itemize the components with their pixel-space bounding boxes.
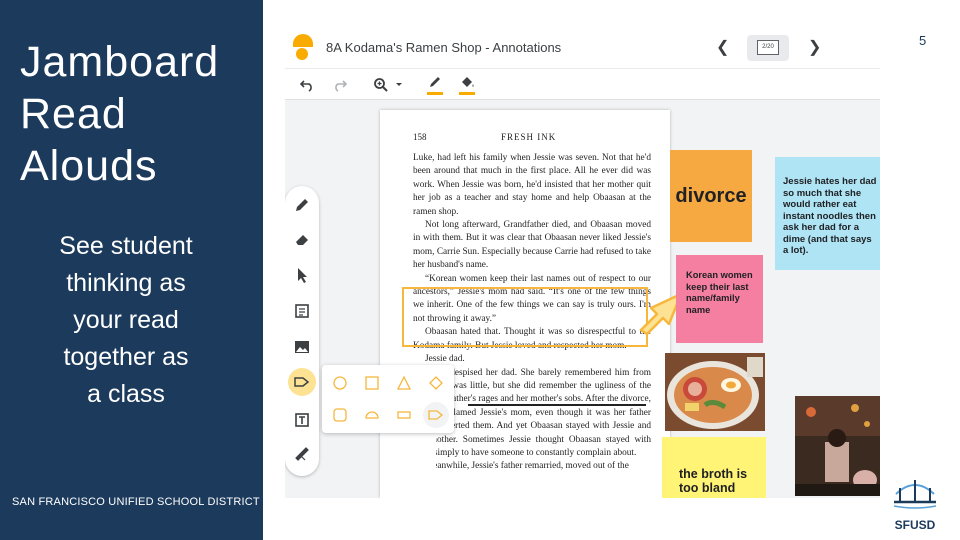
jamboard-window: 8A Kodama's Ramen Shop - Annotations ❮ 2… <box>285 28 880 498</box>
district-name: SAN FRANCISCO UNIFIED SCHOOL DISTRICT <box>12 496 260 508</box>
slide-title-line: Alouds <box>20 142 158 190</box>
frame-counter-label: 2/20 <box>757 40 779 55</box>
subtitle-line: a class <box>87 380 165 408</box>
zoom-icon[interactable] <box>373 77 389 93</box>
sticky-text: divorce <box>675 184 747 207</box>
ramen-image[interactable] <box>665 353 765 431</box>
sticky-text: Jessie hates her dad so much that she wo… <box>783 176 877 256</box>
slide-title: Jamboard Read Alouds <box>20 36 219 192</box>
subtitle-line: thinking as <box>66 269 186 297</box>
redo-icon[interactable] <box>333 78 347 92</box>
half-circle-icon[interactable] <box>365 410 379 420</box>
arrow-shape-option[interactable] <box>423 402 449 428</box>
text-box-icon[interactable] <box>292 410 312 430</box>
sfusd-label: SFUSD <box>894 518 936 532</box>
chevron-right-icon[interactable]: ❯ <box>808 37 821 57</box>
arrow-shape-icon <box>294 377 310 387</box>
book-page-number: 158 <box>413 132 427 142</box>
square-icon[interactable] <box>365 376 379 390</box>
diamond-icon[interactable] <box>429 376 443 390</box>
pen-icon[interactable] <box>428 75 442 89</box>
triangle-icon[interactable] <box>397 376 411 390</box>
sticky-note-icon[interactable] <box>292 301 312 321</box>
subtitle-line: your read <box>73 306 179 334</box>
slide-page-number: 5 <box>919 33 927 48</box>
subtitle-line: See student <box>59 232 193 260</box>
pen-color-swatch <box>427 92 443 95</box>
sticky-note-blue[interactable]: Jessie hates her dad so much that she wo… <box>775 157 880 270</box>
movie-poster-image[interactable] <box>795 396 880 496</box>
sticky-text: the broth is too bland <box>679 467 748 495</box>
pen-icon[interactable] <box>292 195 312 215</box>
bridge-logo-icon <box>893 480 937 509</box>
jam-title[interactable]: 8A Kodama's Ramen Shop - Annotations <box>326 40 561 55</box>
left-panel: Jamboard Read Alouds See student thinkin… <box>0 0 263 540</box>
frame-counter-button[interactable]: 2/20 <box>747 35 789 61</box>
image-icon[interactable] <box>292 337 312 357</box>
chevron-left-icon[interactable]: ❮ <box>716 37 729 57</box>
fill-color-swatch <box>459 92 475 95</box>
slide-subtitle: See student thinking as your read togeth… <box>0 228 252 413</box>
select-icon[interactable] <box>292 265 312 285</box>
underline-annotation[interactable] <box>468 404 646 406</box>
rounded-square-icon[interactable] <box>333 408 347 422</box>
paragraph: Meanwhile, Jessie's father remarried, mo… <box>425 461 629 472</box>
slide-title-line: Read <box>20 90 127 138</box>
chevron-down-icon[interactable] <box>395 82 403 88</box>
laser-icon[interactable] <box>292 444 312 464</box>
book-page: 158 FRESH INK Luke, had left his family … <box>380 110 670 498</box>
jamboard-logo-icon <box>293 34 313 62</box>
sticky-note-orange[interactable]: divorce <box>670 150 752 242</box>
sticky-note-yellow[interactable]: the broth is too bland <box>662 437 766 498</box>
running-head: FRESH INK <box>501 132 557 142</box>
slide: Jamboard Read Alouds See student thinkin… <box>0 0 960 540</box>
jamboard-toolbar <box>285 68 880 100</box>
paragraph: Not long afterward, Grandfather died, an… <box>413 220 651 271</box>
slide-title-line: Jamboard <box>20 38 220 86</box>
sfusd-logo: SFUSD <box>888 472 942 532</box>
sticky-text: Korean women keep their last name/family… <box>686 270 753 315</box>
fill-icon[interactable] <box>459 75 475 89</box>
shape-tool-button[interactable] <box>288 368 316 396</box>
shapes-panel <box>322 365 454 433</box>
bar-icon[interactable] <box>397 411 411 419</box>
undo-icon[interactable] <box>300 78 314 92</box>
paragraph: Luke, had left his family when Jessie wa… <box>413 153 651 217</box>
eraser-icon[interactable] <box>292 229 312 249</box>
side-toolbar <box>285 186 319 476</box>
jamboard-topbar: 8A Kodama's Ramen Shop - Annotations ❮ 2… <box>285 28 880 68</box>
sticky-note-pink[interactable]: Korean women keep their last name/family… <box>676 255 763 343</box>
circle-icon[interactable] <box>333 376 347 390</box>
subtitle-line: together as <box>63 343 189 371</box>
arrow-shape-icon <box>428 410 444 420</box>
highlight-box[interactable] <box>402 287 648 347</box>
